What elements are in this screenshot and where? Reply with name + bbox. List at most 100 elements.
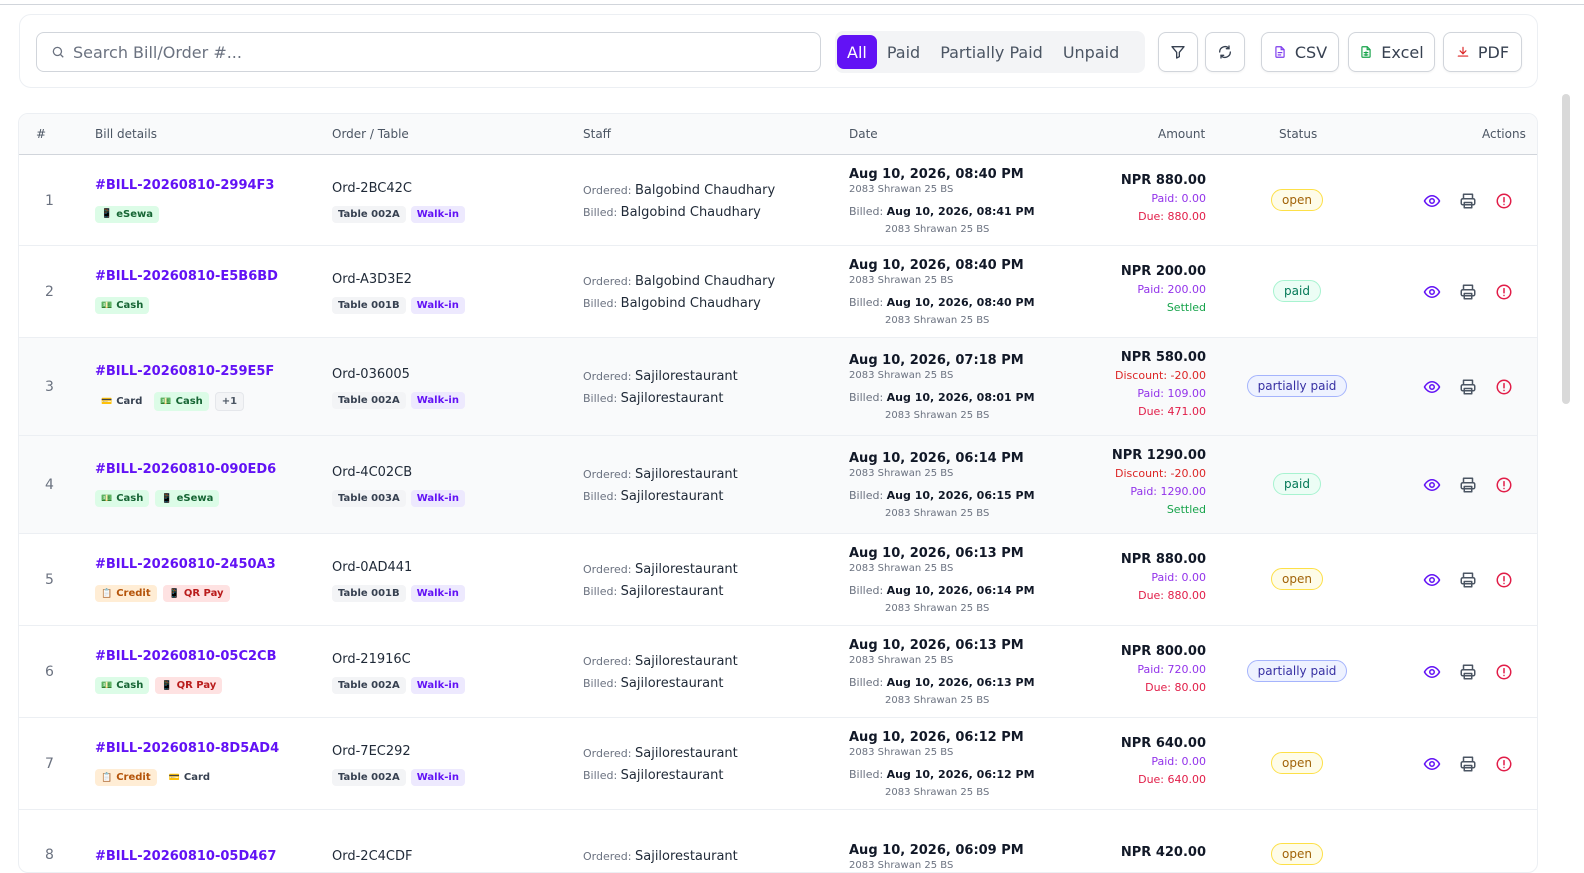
eye-icon [1423, 194, 1441, 207]
order-type-tag: Walk-in [410, 677, 465, 694]
table-tag: Table 002A [332, 677, 406, 694]
pdf-label: PDF [1477, 42, 1510, 62]
amount-total: NPR 1290.00 [1111, 448, 1206, 463]
billed-by: Billed: Balgobind Chaudhary [583, 296, 761, 311]
view-button[interactable] [1423, 663, 1441, 681]
view-button[interactable] [1423, 192, 1441, 210]
report-button[interactable] [1495, 755, 1513, 773]
billed-date-bs: 2083 Shrawan 25 BS [885, 508, 990, 519]
search-box[interactable] [36, 32, 821, 72]
status-badge: partially paid [1246, 375, 1348, 397]
payment-icon: 💵 [101, 680, 113, 691]
print-button[interactable] [1459, 192, 1477, 210]
payment-method-chips: 💵 Cash 📱 QR Pay [95, 677, 223, 694]
view-button[interactable] [1423, 378, 1441, 396]
row-number: 7 [45, 756, 54, 772]
bill-number-link[interactable]: #BILL-20260810-2450A3 [95, 557, 276, 572]
table-row: 4 #BILL-20260810-090ED6 💵 Cash 📱 eSewa Ord-4C0… [19, 436, 1537, 534]
report-button[interactable] [1495, 476, 1513, 494]
amount-due: Due: 880.00 [1138, 209, 1206, 223]
ordered-label: Ordered: [583, 468, 635, 481]
printer-icon [1460, 193, 1476, 208]
payment-chip: +1 [214, 392, 245, 411]
filter-button[interactable] [1158, 32, 1198, 72]
view-button[interactable] [1423, 476, 1441, 494]
print-button[interactable] [1459, 283, 1477, 301]
filter-tab-partially-paid[interactable]: Partially Paid [930, 35, 1053, 69]
header-date: Date [849, 127, 878, 141]
amount-paid: Paid: 0.00 [1151, 191, 1206, 205]
filter-tab-all[interactable]: All [837, 35, 877, 69]
bill-number-link[interactable]: #BILL-20260810-E5B6BD [95, 269, 278, 284]
amount-paid: Paid: 1290.00 [1130, 485, 1206, 498]
header-amount: Amount [1158, 127, 1206, 141]
report-button[interactable] [1495, 192, 1513, 210]
report-button[interactable] [1495, 663, 1513, 681]
order-date: Aug 10, 2026, 06:13 PM [849, 546, 1024, 561]
billed-label: Billed: [583, 392, 621, 405]
payment-chip: 📱 QR Pay [162, 585, 230, 602]
report-button[interactable] [1495, 283, 1513, 301]
print-button[interactable] [1459, 755, 1477, 773]
status-badge: open [1271, 188, 1323, 211]
view-button[interactable] [1423, 755, 1441, 773]
view-button[interactable] [1423, 571, 1441, 589]
payment-chip: 💳 Card [95, 392, 148, 411]
csv-export-button[interactable]: CSV [1261, 32, 1339, 72]
payment-chip: 📱 QR Pay [155, 677, 223, 694]
alert-circle-icon [1496, 193, 1512, 208]
filter-tab-paid[interactable]: Paid [877, 35, 930, 69]
table-row: 3 #BILL-20260810-259E5F 💳 Card 💵 Cash +1 Ord-03… [19, 338, 1537, 436]
billed-date-value: Aug 10, 2026, 08:41 PM [886, 204, 1035, 218]
billed-date-bs: 2083 Shrawan 25 BS [885, 223, 990, 235]
payment-method-chips: 💳 Card 💵 Cash +1 [95, 392, 245, 411]
top-divider [0, 0, 1584, 5]
billed-label: Billed: [849, 296, 887, 309]
report-button[interactable] [1495, 571, 1513, 589]
refresh-button[interactable] [1205, 32, 1245, 72]
table-row: 8 #BILL-20260810-05D467 Ord-2C4CDF Ordered:… [19, 810, 1537, 872]
billed-date-value: Aug 10, 2026, 06:15 PM [886, 489, 1035, 502]
bill-number-link[interactable]: #BILL-20260810-2994F3 [95, 178, 274, 193]
amount-cell: NPR 580.00 Discount: -20.00 Paid: 109.00 Du… [1115, 349, 1206, 421]
payment-chip: 💵 Cash [95, 490, 150, 507]
search-input[interactable] [73, 42, 793, 62]
bill-number-link[interactable]: #BILL-20260810-8D5AD4 [95, 741, 279, 756]
print-button[interactable] [1459, 476, 1477, 494]
row-number: 1 [45, 192, 54, 209]
payment-chip: 📋 Credit [95, 769, 157, 786]
row-actions [1423, 283, 1513, 301]
print-button[interactable] [1459, 663, 1477, 681]
vertical-scrollbar[interactable] [1562, 94, 1570, 404]
payment-icon: 💳 [168, 772, 180, 783]
view-button[interactable] [1423, 283, 1441, 301]
order-type-tag: Walk-in [410, 490, 465, 507]
bill-number-link[interactable]: #BILL-20260810-259E5F [95, 364, 274, 379]
status-cell: open [1245, 188, 1349, 211]
bill-number-link[interactable]: #BILL-20260810-05C2CB [95, 649, 277, 664]
filter-tab-unpaid[interactable]: Unpaid [1053, 35, 1129, 69]
billed-date-value: Aug 10, 2026, 06:12 PM [886, 768, 1035, 781]
excel-export-button[interactable]: Excel [1348, 32, 1435, 72]
billed-label: Billed: [849, 204, 887, 218]
ordered-by: Ordered: Balgobind Chaudhary [583, 183, 775, 198]
billed-label: Billed: [583, 205, 621, 219]
payment-label: +1 [221, 396, 238, 407]
status-badge: open [1271, 752, 1323, 774]
payment-method-chips: 📱 eSewa [95, 205, 159, 223]
print-button[interactable] [1459, 378, 1477, 396]
ordered-label: Ordered: [583, 655, 635, 668]
amount-total: NPR 880.00 [1120, 552, 1206, 567]
report-button[interactable] [1495, 378, 1513, 396]
spreadsheet-icon [1361, 46, 1371, 58]
print-button[interactable] [1459, 571, 1477, 589]
billed-by-name: Sajilorestaurant [620, 584, 724, 599]
bill-number-link[interactable]: #BILL-20260810-090ED6 [95, 462, 276, 477]
payment-label: QR Pay [183, 588, 224, 599]
billed-by-name: Sajilorestaurant [620, 768, 724, 783]
billed-label: Billed: [583, 585, 621, 598]
eye-icon [1423, 285, 1441, 299]
billed-date: Billed: Aug 10, 2026, 08:01 PM [849, 391, 1035, 404]
file-text-icon [1275, 46, 1285, 58]
pdf-export-button[interactable]: PDF [1443, 32, 1522, 72]
